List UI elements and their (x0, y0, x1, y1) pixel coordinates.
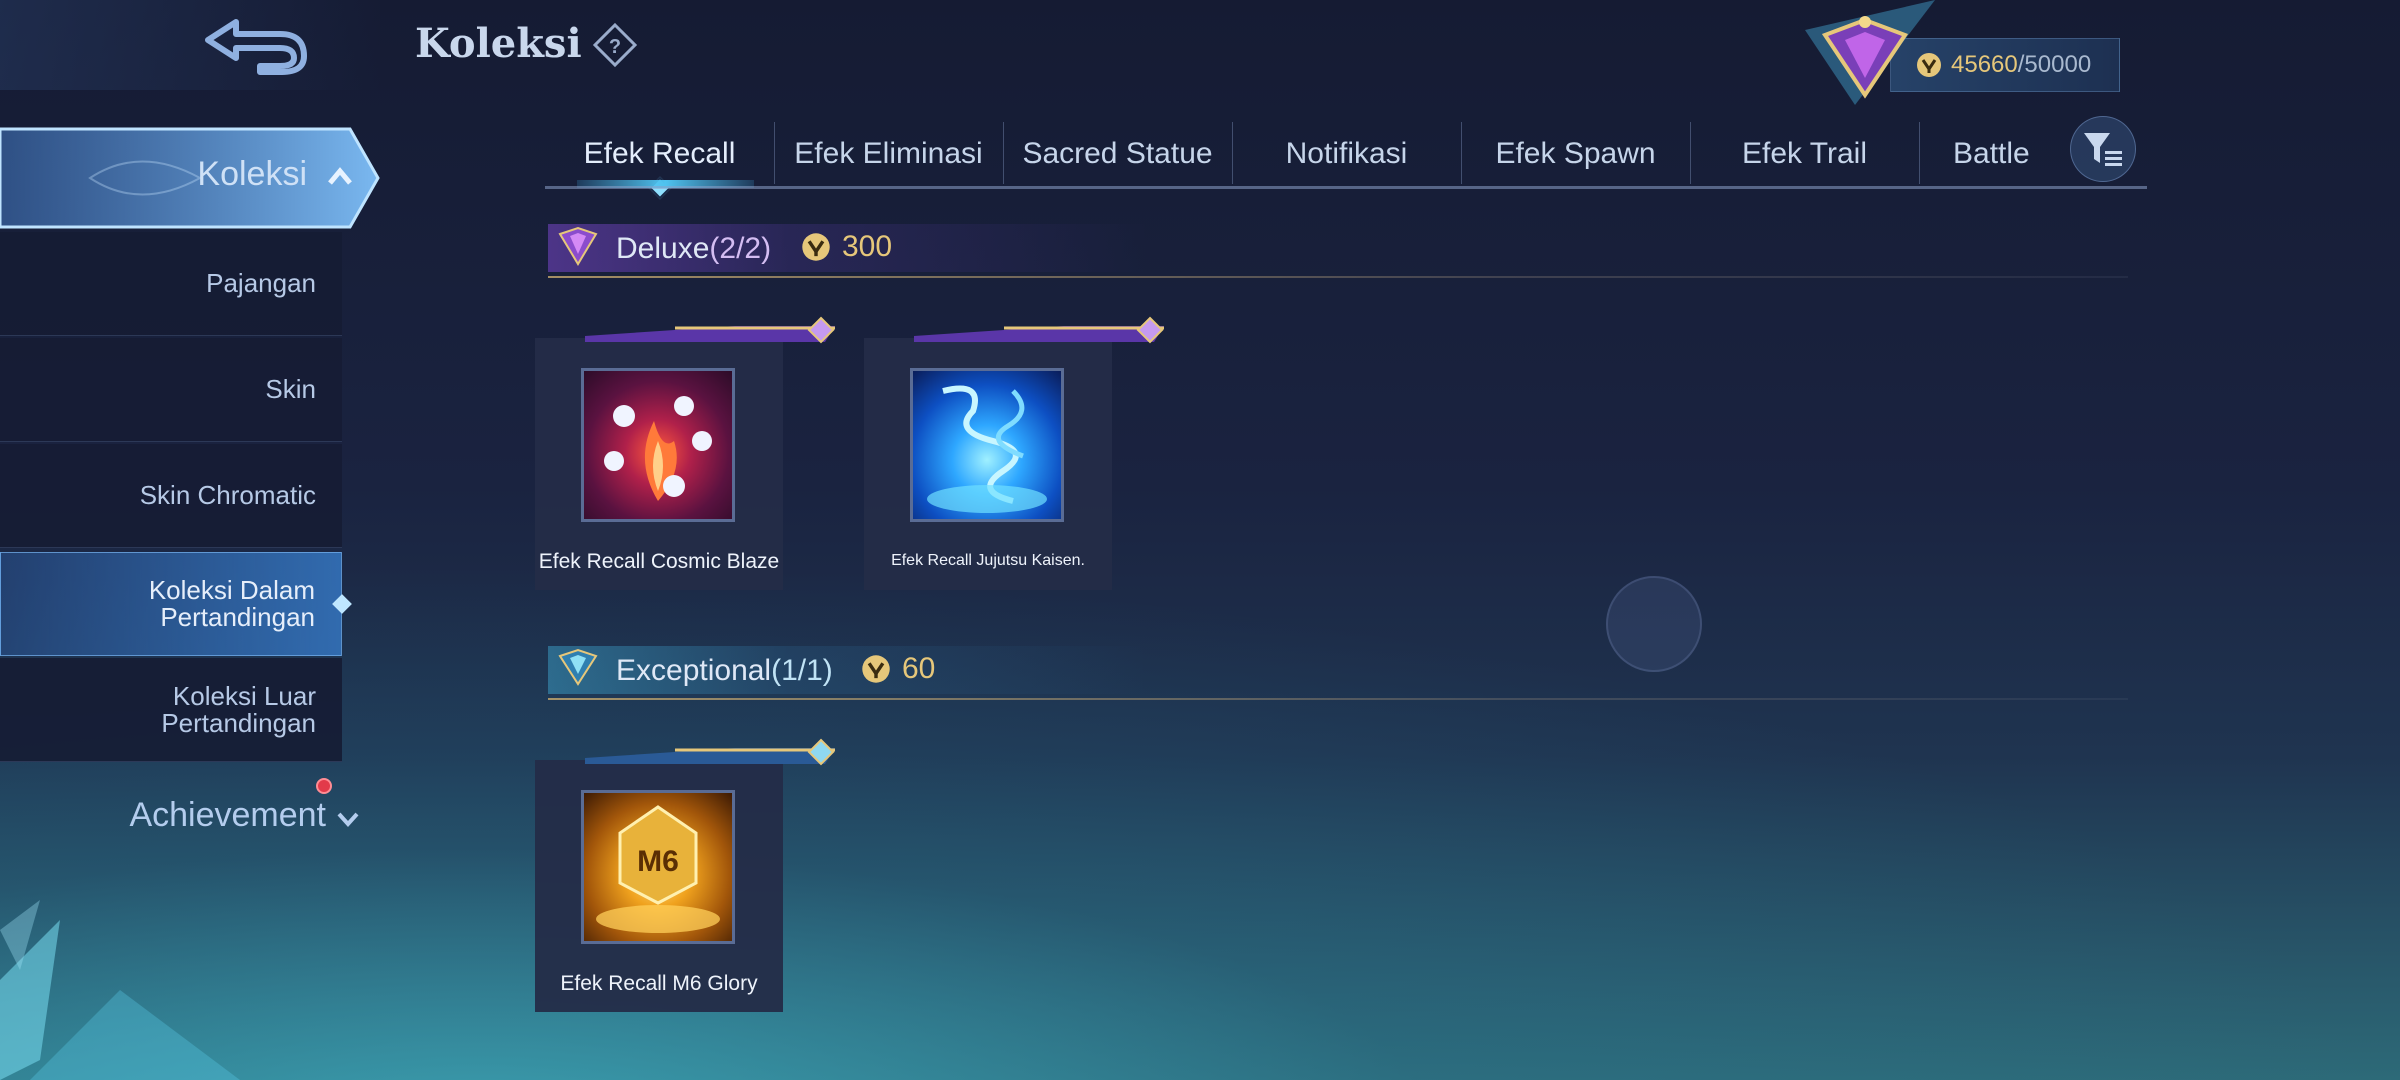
card-thumbnail-m6-glory: M6 (581, 790, 735, 944)
question-diamond-icon[interactable]: ? (592, 22, 638, 68)
card-label: Efek Recall M6 Glory (560, 972, 758, 995)
card-efek-recall-cosmic-blaze[interactable]: Efek Recall Cosmic Blaze (535, 316, 835, 590)
tab-efek-spawn[interactable]: Efek Spawn (1461, 118, 1690, 190)
notification-dot (316, 778, 332, 794)
sidebar-header-background (0, 127, 380, 229)
sidebar-item-label: Pajangan (206, 268, 316, 298)
coin-icon (802, 233, 830, 261)
sidebar-item-label: Skin (265, 374, 316, 404)
section-price: 60 (860, 652, 935, 686)
tab-notifikasi[interactable]: Notifikasi (1232, 118, 1461, 190)
decorative-crystal (0, 900, 240, 1080)
points-separator: / (2017, 51, 2025, 78)
card-label: Efek Recall Cosmic Blaze (538, 550, 780, 573)
exceptional-tier-icon (558, 648, 598, 686)
section-count: (1/1) (771, 654, 833, 687)
cosmic-blaze-artwork (604, 396, 712, 501)
card-thumbnail-jujutsu-kaisen (910, 368, 1064, 522)
points-total: 50000 (2024, 51, 2092, 78)
floating-assist-button[interactable] (1606, 576, 1702, 672)
tabs-underline (545, 186, 2147, 189)
tab-label: Efek Recall (583, 137, 736, 170)
section-title: Exceptional(1/1) (616, 654, 833, 688)
tab-label: Sacred Statue (1022, 137, 1213, 170)
section-name: Deluxe (616, 232, 710, 265)
section-price: 300 (800, 230, 892, 264)
filter-icon (2084, 133, 2122, 166)
chevron-up-icon (328, 167, 352, 185)
tab-label: Efek Spawn (1495, 137, 1656, 170)
tab-efek-trail[interactable]: Efek Trail (1690, 118, 1919, 190)
section-count: (2/2) (709, 232, 772, 265)
sidebar-item-skin-chromatic[interactable]: Skin Chromatic (0, 444, 342, 548)
tab-label: Notifikasi (1285, 137, 1408, 170)
sidebar-header-koleksi[interactable]: Koleksi (0, 125, 382, 231)
tab-label: Battle (1953, 137, 2030, 170)
section-header-exceptional: Exceptional(1/1) 60 (548, 640, 2128, 702)
points-current: 45660 (1951, 51, 2018, 78)
card-label: Efek Recall Jujutsu Kaisen. (891, 552, 1085, 569)
section-price-value: 300 (842, 230, 893, 263)
section-divider (548, 276, 2128, 278)
achievement-toggle[interactable]: Achievement (100, 790, 360, 840)
chevron-down-icon (337, 812, 359, 827)
section-divider (548, 698, 2128, 700)
jujutsu-kaisen-artwork (927, 385, 1047, 513)
coin-icon (862, 655, 890, 683)
m6-glory-artwork: M6 (596, 805, 720, 933)
tab-label: Efek Eliminasi (794, 137, 983, 170)
sidebar-item-skin[interactable]: Skin (0, 338, 342, 442)
card-tier-ribbon (585, 738, 835, 766)
sidebar-item-pajangan[interactable]: Pajangan (0, 232, 342, 336)
sidebar-item-koleksi-luar-pertandingan[interactable]: Koleksi Luar Pertandingan (0, 658, 342, 762)
tab-efek-recall[interactable]: Efek Recall (545, 118, 774, 200)
card-tier-ribbon (914, 316, 1164, 344)
back-button[interactable] (190, 8, 320, 80)
sidebar-item-label: Koleksi Dalam Pertandingan (148, 575, 315, 632)
tab-sacred-statue[interactable]: Sacred Statue (1003, 118, 1232, 190)
tab-efek-eliminasi[interactable]: Efek Eliminasi (774, 118, 1003, 190)
section-header-deluxe: Deluxe(2/2) 300 (548, 218, 2128, 280)
card-thumbnail-cosmic-blaze (581, 368, 735, 522)
svg-text:?: ? (609, 36, 621, 58)
sidebar-item-label: Koleksi Luar Pertandingan (161, 680, 316, 738)
sidebar-item-label: Skin Chromatic (139, 480, 316, 510)
tab-label: Efek Trail (1741, 137, 1868, 170)
background-glow (0, 560, 2400, 1080)
sidebar-header-label: Koleksi (197, 155, 307, 193)
deluxe-tier-icon (558, 226, 598, 266)
achievement-label: Achievement (129, 795, 326, 834)
card-tier-ribbon (585, 316, 835, 344)
card-efek-recall-m6-glory[interactable]: M6 Efek Recall M6 Glory (535, 738, 835, 1012)
svg-text:M6: M6 (637, 845, 679, 878)
card-efek-recall-jujutsu-kaisen[interactable]: Efek Recall Jujutsu Kaisen. (864, 316, 1164, 590)
back-arrow-icon (205, 19, 307, 75)
page-title: Koleksi (415, 20, 582, 67)
active-indicator (332, 594, 352, 614)
section-name: Exceptional (616, 654, 772, 687)
section-price-value: 60 (902, 652, 936, 685)
filter-button[interactable] (2070, 116, 2136, 182)
sidebar-item-koleksi-dalam-pertandingan[interactable]: Koleksi Dalam Pertandingan (0, 552, 352, 656)
section-title: Deluxe(2/2) (616, 232, 771, 266)
category-tabs: Efek Recall Efek Eliminasi Sacred Statue… (545, 118, 2147, 200)
rank-emblem-icon (1805, 0, 1935, 105)
